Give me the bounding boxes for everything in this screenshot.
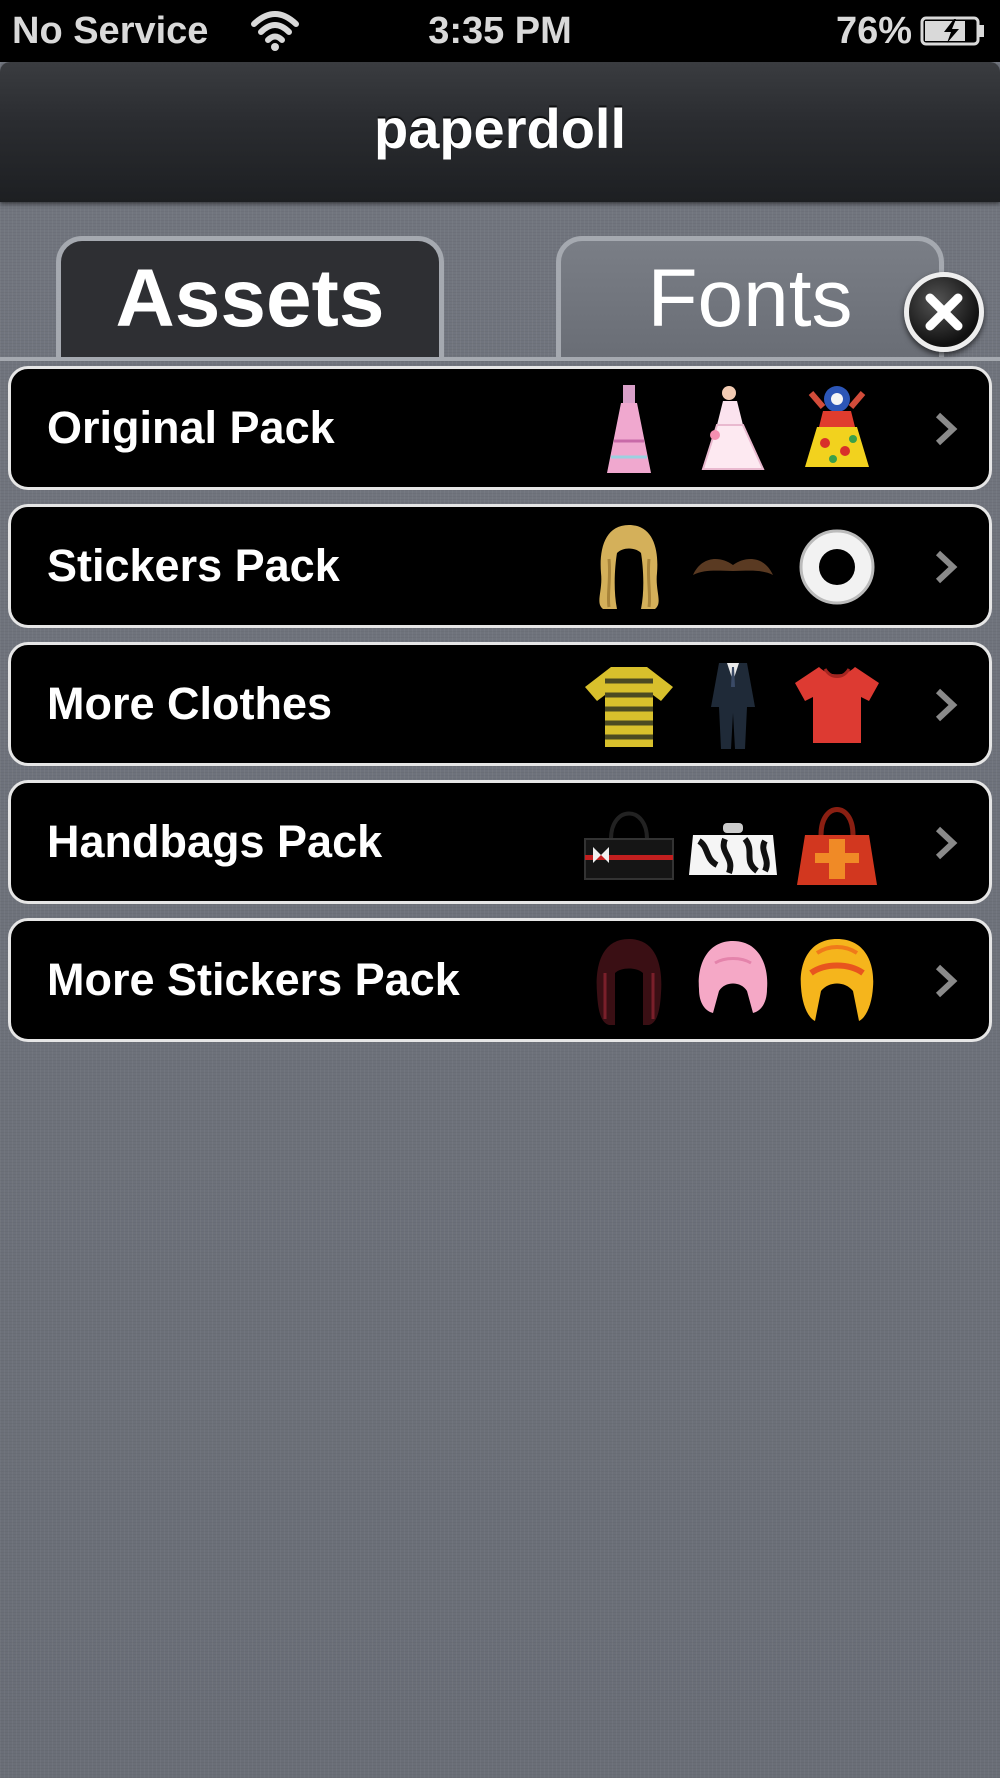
pack-thumbnails bbox=[581, 381, 901, 477]
close-icon bbox=[925, 293, 963, 331]
pack-row-more-clothes[interactable]: More Clothes bbox=[8, 642, 992, 766]
tab-fonts[interactable]: Fonts bbox=[556, 236, 944, 360]
red-top-icon bbox=[795, 667, 879, 743]
chevron-right-icon bbox=[935, 964, 958, 998]
close-button[interactable] bbox=[904, 272, 984, 352]
pack-label: Stickers Pack bbox=[47, 540, 340, 591]
chevron-right-icon bbox=[935, 826, 958, 860]
pack-label: Original Pack bbox=[47, 402, 335, 453]
pack-thumbnails bbox=[581, 657, 901, 753]
pack-label: Handbags Pack bbox=[47, 816, 383, 867]
tab-assets[interactable]: Assets bbox=[56, 236, 444, 360]
pack-row-stickers[interactable]: Stickers Pack bbox=[8, 504, 992, 628]
striped-shirt-icon bbox=[585, 667, 673, 747]
white-dress-icon bbox=[701, 386, 765, 470]
black-handbag-icon bbox=[584, 811, 674, 880]
pack-thumbnails bbox=[581, 795, 901, 891]
battery-percent: 76% bbox=[835, 10, 912, 52]
nav-title: paperdoll bbox=[373, 97, 627, 160]
pack-thumbnails bbox=[581, 933, 901, 1029]
dark-wig-icon bbox=[596, 939, 662, 1025]
pink-wig-icon bbox=[698, 941, 768, 1013]
pack-list: Original Pack Stickers Pack More Clothes… bbox=[8, 366, 992, 1056]
pack-row-original[interactable]: Original Pack bbox=[8, 366, 992, 490]
mustache-icon bbox=[693, 559, 773, 575]
pack-row-more-stickers[interactable]: More Stickers Pack bbox=[8, 918, 992, 1042]
zebra-purse-icon bbox=[689, 823, 777, 875]
chevron-right-icon bbox=[935, 412, 958, 446]
pack-label: More Stickers Pack bbox=[47, 954, 460, 1005]
pink-gown-icon bbox=[607, 385, 651, 473]
nav-bar: paperdoll bbox=[0, 62, 1000, 202]
suit-icon bbox=[711, 663, 755, 749]
red-handbag-icon bbox=[797, 807, 877, 885]
pack-thumbnails bbox=[581, 519, 901, 615]
chevron-right-icon bbox=[935, 550, 958, 584]
ring-icon bbox=[799, 529, 875, 605]
tab-divider bbox=[0, 357, 1000, 361]
pack-row-handbags[interactable]: Handbags Pack bbox=[8, 780, 992, 904]
blonde-wig-icon bbox=[599, 525, 659, 609]
status-bar: No Service 3:35 PM 76% bbox=[0, 0, 1000, 62]
floral-dress-icon bbox=[805, 386, 869, 467]
orange-wig-icon bbox=[800, 939, 874, 1021]
battery-charging-icon bbox=[920, 16, 984, 46]
chevron-right-icon bbox=[935, 688, 958, 722]
pack-label: More Clothes bbox=[47, 678, 333, 729]
